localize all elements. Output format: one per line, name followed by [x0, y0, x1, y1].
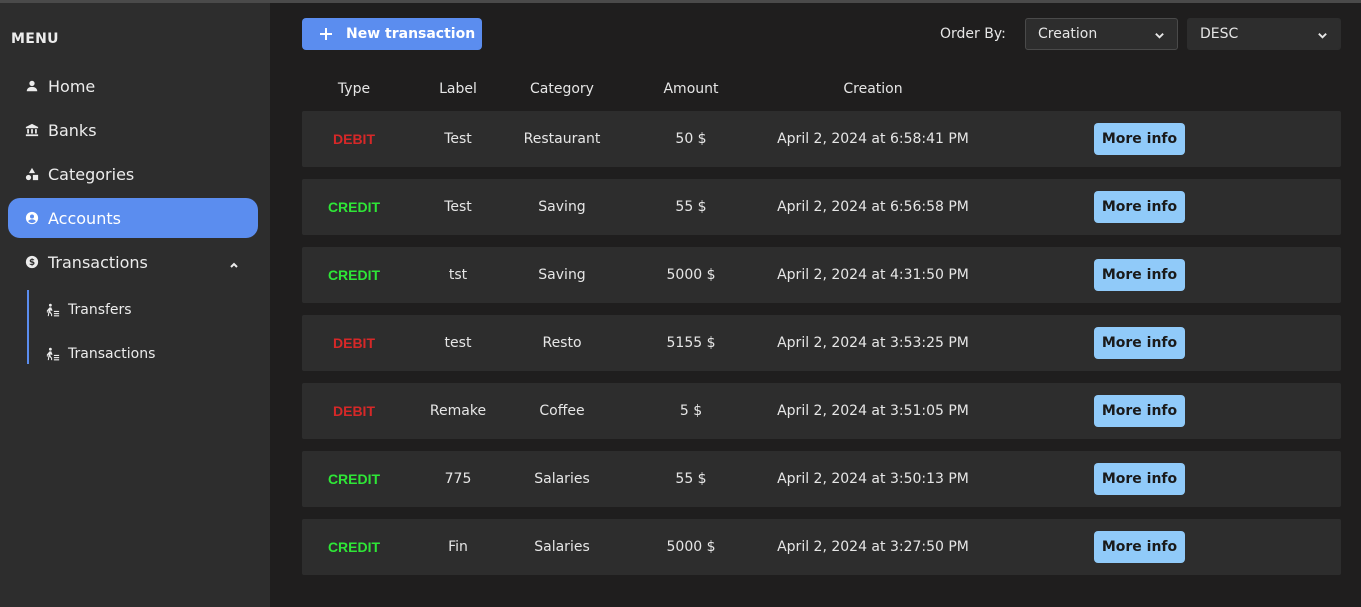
- column-header-category: Category: [530, 81, 594, 97]
- svg-text:$: $: [29, 258, 35, 268]
- table-row: CREDIT Fin Salaries 5000 $ April 2, 2024 at …: [302, 519, 1341, 575]
- sidebar-item-label: Home: [48, 76, 96, 96]
- sidebar-item-banks[interactable]: Banks: [8, 110, 258, 150]
- table-row: DEBIT Remake Coffee 5 $ April 2, 2024 at 3:5…: [302, 383, 1341, 439]
- table-row: CREDIT tst Saving 5000 $ April 2, 2024 at 4:…: [302, 247, 1341, 303]
- transfer-icon: [46, 347, 60, 361]
- more-info-button[interactable]: More info: [1094, 531, 1185, 563]
- transaction-creation: April 2, 2024 at 3:27:50 PM: [777, 539, 969, 555]
- sidebar-item-label: Categories: [48, 164, 135, 184]
- transaction-amount: 5 $: [679, 403, 703, 419]
- sidebar-subitem-transactions[interactable]: Transactions: [46, 339, 246, 369]
- column-header-amount: Amount: [663, 81, 719, 97]
- table-row: DEBIT Test Restaurant 50 $ April 2, 2024 at …: [302, 111, 1341, 167]
- sort-direction-select[interactable]: DESC: [1187, 18, 1341, 50]
- plus-icon: [318, 26, 334, 42]
- column-header-type: Type: [337, 81, 371, 97]
- more-info-button[interactable]: More info: [1094, 191, 1185, 223]
- sort-direction-value: DESC: [1200, 26, 1239, 42]
- chevron-down-icon: [1317, 29, 1328, 40]
- more-info-button[interactable]: More info: [1094, 259, 1185, 291]
- transaction-creation: April 2, 2024 at 3:50:13 PM: [777, 471, 969, 487]
- transaction-type: CREDIT: [327, 267, 381, 283]
- transaction-label: tst: [448, 267, 468, 283]
- table-row: CREDIT 775 Salaries 55 $ April 2, 2024 at 3:…: [302, 451, 1341, 507]
- sidebar-subitem-label: Transfers: [68, 302, 132, 318]
- sidebar-item-label: Banks: [48, 120, 97, 140]
- transaction-amount: 5155 $: [666, 335, 716, 351]
- transaction-label: Fin: [448, 539, 468, 555]
- sidebar-item-transactions[interactable]: $ Transactions: [8, 242, 258, 282]
- transaction-amount: 55 $: [675, 199, 707, 215]
- transaction-category: Restaurant: [523, 131, 601, 147]
- column-header-label: Label: [439, 81, 477, 97]
- transaction-label: 775: [444, 471, 472, 487]
- chevron-up-icon[interactable]: [228, 256, 240, 268]
- sidebar-subitem-label: Transactions: [68, 346, 156, 362]
- transaction-category: Salaries: [534, 539, 590, 555]
- transaction-label: Remake: [429, 403, 487, 419]
- sidebar-item-home[interactable]: Home: [8, 66, 258, 106]
- transaction-creation: April 2, 2024 at 3:53:25 PM: [777, 335, 969, 351]
- more-info-button[interactable]: More info: [1094, 463, 1185, 495]
- sidebar-item-accounts[interactable]: Accounts: [8, 198, 258, 238]
- transaction-amount: 5000 $: [666, 539, 716, 555]
- transaction-type: DEBIT: [333, 403, 375, 419]
- table-row: DEBIT test Resto 5155 $ April 2, 2024 at 3:5…: [302, 315, 1341, 371]
- transaction-type: CREDIT: [327, 539, 381, 555]
- sidebar: MENU Home Banks Categories Accounts $ Tr…: [0, 3, 270, 607]
- order-by-value: Creation: [1038, 26, 1098, 42]
- new-transaction-label: New transaction: [346, 26, 476, 42]
- transaction-type: CREDIT: [327, 199, 381, 215]
- transaction-category: Resto: [542, 335, 582, 351]
- transaction-label: Test: [444, 199, 472, 215]
- dollar-circle-icon: $: [25, 255, 39, 269]
- account-circle-icon: [25, 211, 39, 225]
- transaction-amount: 55 $: [675, 471, 707, 487]
- more-info-button[interactable]: More info: [1094, 327, 1185, 359]
- new-transaction-button[interactable]: New transaction: [302, 18, 482, 50]
- transaction-creation: April 2, 2024 at 4:31:50 PM: [777, 267, 969, 283]
- table-row: CREDIT Test Saving 55 $ April 2, 2024 at 6:5…: [302, 179, 1341, 235]
- sidebar-item-label: Accounts: [48, 208, 121, 228]
- submenu-divider: [27, 290, 29, 364]
- order-by-label: Order By:: [940, 26, 1006, 42]
- transfer-icon: [46, 303, 60, 317]
- transaction-creation: April 2, 2024 at 6:56:58 PM: [777, 199, 969, 215]
- transaction-amount: 5000 $: [666, 267, 716, 283]
- more-info-button[interactable]: More info: [1094, 123, 1185, 155]
- transaction-type: DEBIT: [333, 335, 375, 351]
- order-by-select[interactable]: Creation: [1025, 18, 1178, 50]
- transaction-label: Test: [444, 131, 472, 147]
- transaction-category: Coffee: [539, 403, 585, 419]
- menu-title: MENU: [11, 31, 59, 47]
- chevron-down-icon: [1154, 29, 1165, 40]
- transaction-type: DEBIT: [333, 131, 375, 147]
- transaction-category: Salaries: [534, 471, 590, 487]
- transaction-creation: April 2, 2024 at 6:58:41 PM: [777, 131, 969, 147]
- shapes-icon: [25, 167, 39, 181]
- more-info-button[interactable]: More info: [1094, 395, 1185, 427]
- bank-icon: [25, 123, 39, 137]
- transaction-amount: 50 $: [675, 131, 707, 147]
- transaction-category: Saving: [538, 267, 586, 283]
- sidebar-item-categories[interactable]: Categories: [8, 154, 258, 194]
- transaction-category: Saving: [538, 199, 586, 215]
- column-header-creation: Creation: [843, 81, 903, 97]
- sidebar-item-label: Transactions: [48, 252, 148, 272]
- transaction-type: CREDIT: [327, 471, 381, 487]
- person-icon: [25, 79, 39, 93]
- transaction-label: test: [444, 335, 472, 351]
- transaction-creation: April 2, 2024 at 3:51:05 PM: [777, 403, 969, 419]
- sidebar-subitem-transfers[interactable]: Transfers: [46, 295, 246, 325]
